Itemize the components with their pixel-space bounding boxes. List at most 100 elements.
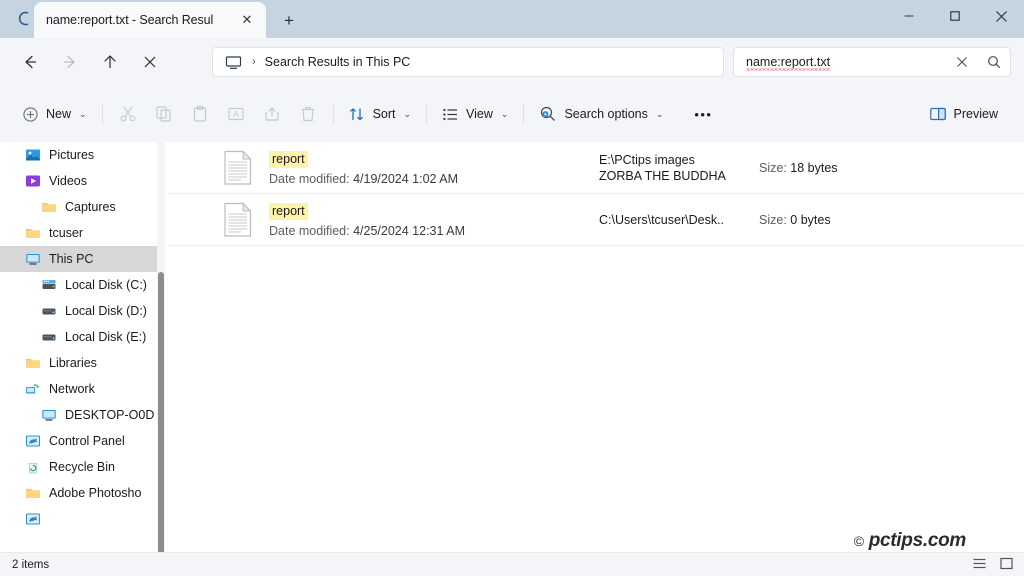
sidebar-item-local-disk-c[interactable]: Local Disk (C:) — [0, 272, 165, 298]
new-button-label: New — [46, 107, 71, 121]
this-pc-icon — [40, 407, 57, 424]
date-modified-value: 4/19/2024 1:02 AM — [353, 172, 458, 186]
file-name: report — [269, 203, 308, 220]
sidebar-item-label: DESKTOP-O0D — [65, 408, 154, 422]
sidebar-item-label: Local Disk (D:) — [65, 304, 147, 318]
file-name: report — [269, 151, 308, 168]
this-pc-icon — [24, 251, 41, 268]
window-controls — [886, 0, 1024, 38]
sidebar-item-captures[interactable]: Captures — [0, 194, 165, 220]
status-bar: 2 items — [0, 552, 1024, 576]
toolbar-divider — [426, 104, 427, 124]
pictures-icon — [24, 147, 41, 164]
maximize-button[interactable] — [932, 0, 978, 32]
chevron-down-icon: ⌄ — [404, 109, 412, 120]
chevron-down-icon: ⌄ — [79, 109, 87, 120]
breadcrumb[interactable]: Search Results in This PC — [265, 55, 411, 69]
file-size: Size: 18 bytes — [759, 161, 838, 175]
sidebar-item-local-disk-d[interactable]: Local Disk (D:) — [0, 298, 165, 324]
tab-title: name:report.txt - Search Resul — [46, 13, 236, 27]
this-pc-icon — [225, 54, 245, 71]
sidebar-item-label: Network — [49, 382, 95, 396]
copy-button — [146, 98, 182, 130]
preview-button[interactable]: Preview — [921, 98, 1006, 130]
sidebar-item-this-pc[interactable]: This PC — [0, 246, 165, 272]
search-options-button[interactable]: Search options ⌄ — [531, 98, 671, 130]
up-button[interactable] — [94, 46, 126, 78]
sidebar-item-label: Libraries — [49, 356, 97, 370]
title-bar: name:report.txt - Search Resul ✕ + — [0, 0, 1024, 38]
loading-spinner-icon — [17, 11, 32, 26]
search-icon[interactable] — [978, 48, 1010, 76]
navigation-pane: PicturesVideosCapturestcuserThis PCLocal… — [0, 142, 165, 552]
share-button — [254, 98, 290, 130]
sidebar-scrollbar-thumb[interactable] — [158, 272, 164, 555]
sidebar-item-unnamed-14[interactable] — [0, 506, 165, 532]
stop-refresh-button[interactable] — [134, 46, 166, 78]
folder-icon — [24, 225, 41, 242]
chevron-down-icon: ⌄ — [656, 109, 664, 120]
address-bar-row: › Search Results in This PC name:report.… — [0, 38, 1024, 86]
sidebar-item-libraries[interactable]: Libraries — [0, 350, 165, 376]
sidebar-item-adobe-photosho[interactable]: Adobe Photosho — [0, 480, 165, 506]
sort-button[interactable]: Sort ⌄ — [341, 98, 419, 130]
clear-search-icon[interactable] — [946, 48, 978, 76]
file-info: report Date modified: 4/19/2024 1:02 AM — [269, 150, 599, 186]
preview-button-label: Preview — [954, 107, 998, 121]
sidebar-item-tcuser[interactable]: tcuser — [0, 220, 165, 246]
rename-button: A — [218, 98, 254, 130]
large-icons-view-icon[interactable] — [999, 556, 1014, 571]
toolbar-divider — [333, 104, 334, 124]
new-tab-button[interactable]: + — [276, 8, 302, 34]
details-view-icon[interactable] — [972, 556, 987, 571]
control-panel-icon — [24, 433, 41, 450]
watermark-text: pctips.com — [869, 530, 966, 551]
back-button[interactable] — [14, 46, 46, 78]
sidebar-item-desktop-o0d[interactable]: DESKTOP-O0D — [0, 402, 165, 428]
sidebar-item-label: Local Disk (E:) — [65, 330, 146, 344]
size-value: 18 bytes — [790, 161, 837, 175]
search-input[interactable]: name:report.txt — [734, 55, 946, 69]
file-path-line2: ZORBA THE BUDDHA — [599, 168, 739, 184]
close-tab-icon[interactable]: ✕ — [236, 9, 258, 31]
date-modified-label: Date modified: — [269, 172, 350, 186]
system-drive-icon — [40, 277, 57, 294]
sidebar-item-label: Captures — [65, 200, 116, 214]
search-box[interactable]: name:report.txt — [733, 47, 1011, 77]
sidebar-item-network[interactable]: Network — [0, 376, 165, 402]
toolbar-divider — [102, 104, 103, 124]
sidebar-item-label: Adobe Photosho — [49, 486, 141, 500]
sort-button-label: Sort — [373, 107, 396, 121]
paste-button — [182, 98, 218, 130]
cut-button — [110, 98, 146, 130]
more-options-button[interactable]: ••• — [685, 98, 721, 130]
size-label: Size: — [759, 213, 787, 227]
view-toggle-group — [972, 556, 1014, 571]
folder-icon — [24, 485, 41, 502]
date-modified-label: Date modified: — [269, 224, 350, 238]
file-date-modified: Date modified: 4/19/2024 1:02 AM — [269, 172, 599, 186]
sidebar-item-control-panel[interactable]: Control Panel — [0, 428, 165, 454]
sidebar-item-local-disk-e[interactable]: Local Disk (E:) — [0, 324, 165, 350]
minimize-button[interactable] — [886, 0, 932, 32]
browser-tab-search-results[interactable]: name:report.txt - Search Resul ✕ — [34, 2, 266, 38]
new-button[interactable]: New ⌄ — [14, 98, 95, 130]
file-info: report Date modified: 4/25/2024 12:31 AM — [269, 202, 599, 238]
drive-icon — [40, 329, 57, 346]
control-panel-icon — [24, 511, 41, 528]
table-row[interactable]: reportDate modified: 4/19/2024 1:02 AME:… — [167, 142, 1024, 194]
file-explorer-window: name:report.txt - Search Resul ✕ + — [0, 0, 1024, 576]
table-row[interactable]: reportDate modified: 4/25/2024 12:31 AMC… — [167, 194, 1024, 246]
sidebar-item-label: Videos — [49, 174, 87, 188]
close-button[interactable] — [978, 0, 1024, 32]
sidebar-item-label: tcuser — [49, 226, 83, 240]
sidebar-item-recycle-bin[interactable]: Recycle Bin — [0, 454, 165, 480]
view-button[interactable]: View ⌄ — [434, 98, 516, 130]
date-modified-value: 4/25/2024 12:31 AM — [353, 224, 465, 238]
file-size: Size: 0 bytes — [759, 213, 831, 227]
address-breadcrumb-bar[interactable]: › Search Results in This PC — [212, 47, 724, 77]
sidebar-item-pictures[interactable]: Pictures — [0, 142, 165, 168]
text-file-icon — [223, 202, 253, 238]
sidebar-item-videos[interactable]: Videos — [0, 168, 165, 194]
sidebar-item-label: Control Panel — [49, 434, 125, 448]
